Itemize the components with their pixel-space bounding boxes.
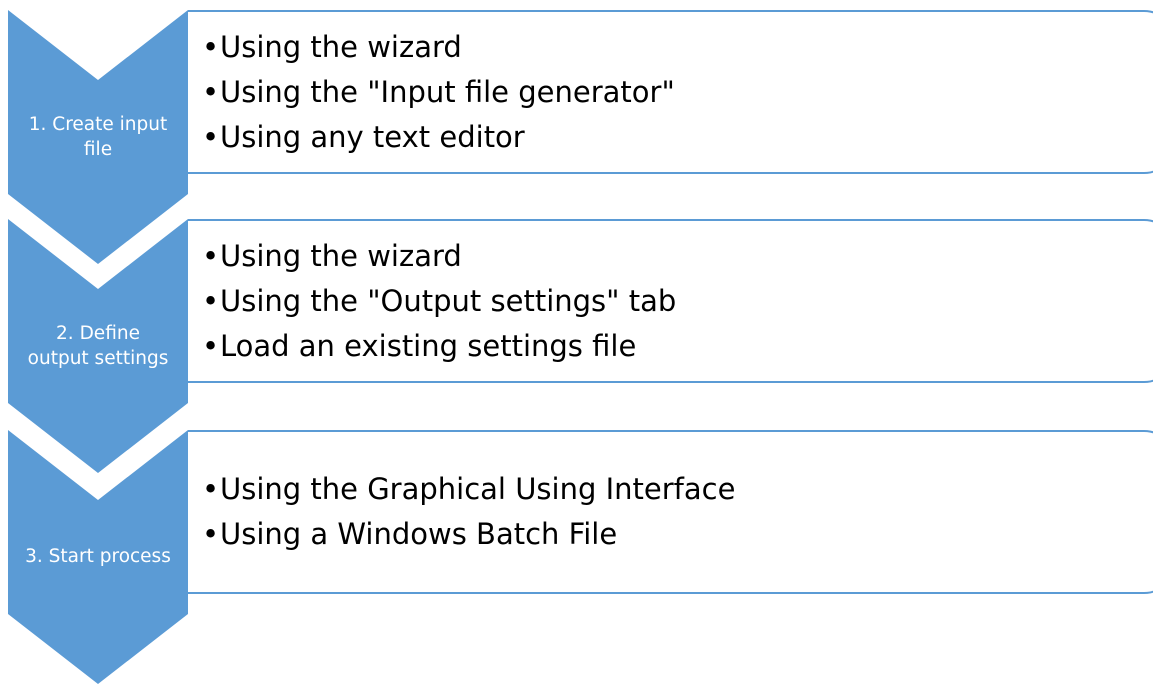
- bullet-item: • Using the Graphical Using Interface: [202, 467, 1153, 512]
- bullet-item: • Using the wizard: [202, 25, 1153, 70]
- bullet-dot-icon: •: [202, 517, 220, 551]
- bullet-text: Using the wizard: [220, 238, 462, 273]
- bullet-text: Using the wizard: [220, 29, 462, 64]
- bullet-dot-icon: •: [202, 328, 220, 363]
- bullet-item: • Using the "Output settings" tab: [202, 279, 1153, 324]
- bullet-item: • Using any text editor: [202, 115, 1153, 160]
- step-card-2: • Using the wizard • Using the "Output sett…: [188, 219, 1153, 383]
- bullet-item: • Using a Windows Batch File: [202, 512, 1153, 557]
- bullet-text: Using any text editor: [220, 119, 525, 154]
- step-label-3: 3. Start process: [25, 545, 171, 567]
- bullet-dot-icon: •: [202, 29, 220, 64]
- bullet-dot-icon: •: [202, 238, 220, 273]
- process-flow-diagram: • Using the wizard • Using the "Input file …: [0, 0, 1153, 684]
- step-card-1: • Using the wizard • Using the "Input file …: [188, 10, 1153, 174]
- bullet-item: • Load an existing settings file: [202, 324, 1153, 369]
- bullet-dot-icon: •: [202, 74, 220, 109]
- bullet-dot-icon: •: [202, 472, 220, 506]
- bullet-text: Load an existing settings file: [220, 328, 637, 363]
- bullet-item: • Using the "Input file generator": [202, 70, 1153, 115]
- step-label-2: 2. Define output settings: [27, 323, 169, 369]
- bullet-item: • Using the wizard: [202, 234, 1153, 279]
- bullet-text: Using a Windows Batch File: [220, 517, 618, 551]
- step-card-3: • Using the Graphical Using Interface • Usi…: [188, 430, 1153, 594]
- bullet-text: Using the Graphical Using Interface: [220, 472, 736, 506]
- bullet-dot-icon: •: [202, 283, 220, 318]
- bullet-text: Using the "Output settings" tab: [220, 283, 677, 318]
- step-label-1: 1. Create input file: [28, 114, 168, 160]
- bullet-text: Using the "Input file generator": [220, 74, 675, 109]
- bullet-dot-icon: •: [202, 119, 220, 154]
